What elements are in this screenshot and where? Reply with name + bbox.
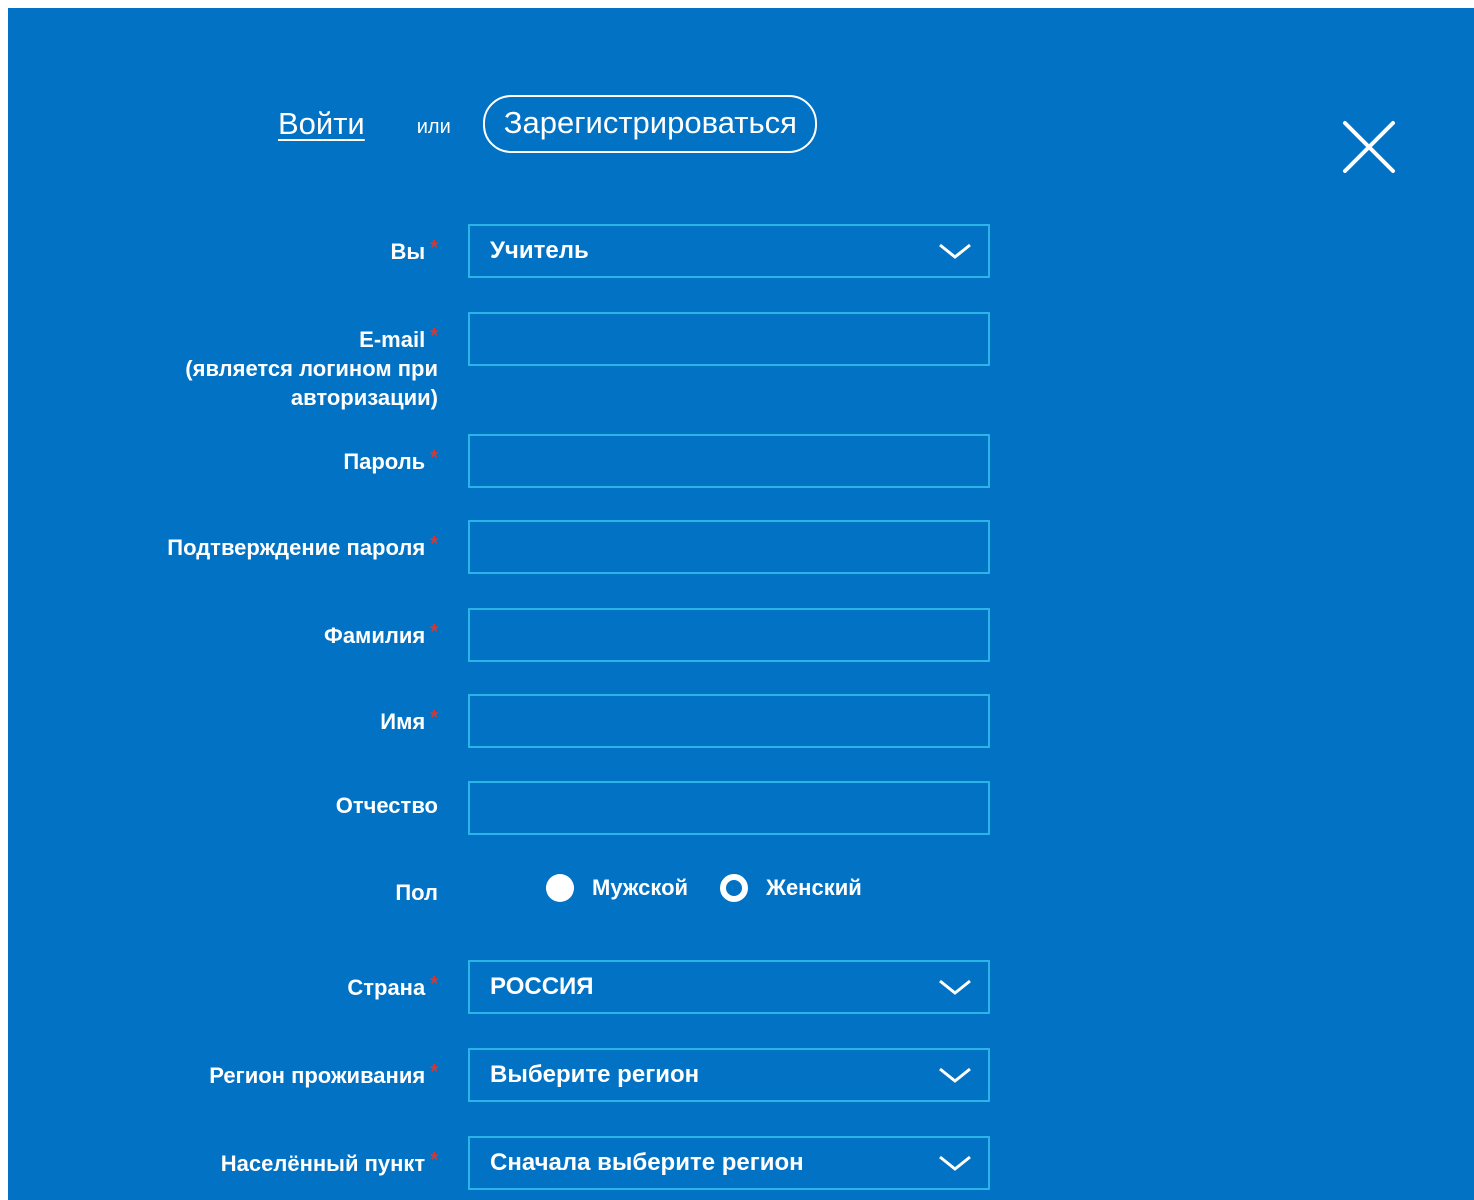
required-mark: * [430, 237, 438, 259]
password-confirm-label: Подтверждение пароля * [167, 533, 438, 560]
name-field[interactable] [468, 694, 990, 748]
required-mark: * [430, 1061, 438, 1083]
password-field[interactable] [468, 434, 990, 488]
registration-modal: Войти или Зарегистрироваться Вы * Учитель… [8, 8, 1474, 1200]
chevron-down-icon [939, 979, 971, 995]
auth-tabs: Войти или Зарегистрироваться [278, 94, 817, 154]
role-select[interactable]: Учитель [468, 224, 990, 278]
region-select[interactable]: Выберите регион [468, 1048, 990, 1102]
role-label: Вы * [390, 237, 438, 264]
required-mark: * [430, 973, 438, 995]
register-tab[interactable]: Зарегистрироваться [482, 95, 817, 153]
email-field[interactable] [468, 312, 990, 366]
surname-field[interactable] [468, 608, 990, 662]
required-mark: * [430, 447, 438, 469]
patronymic-field[interactable] [468, 781, 990, 835]
gender-option-label: Мужской [592, 875, 689, 900]
role-select-value: Учитель [490, 237, 589, 264]
gender-label: Пол [395, 880, 438, 905]
required-mark: * [430, 533, 438, 555]
country-select[interactable]: РОССИЯ [468, 960, 990, 1014]
surname-label: Фамилия * [324, 621, 438, 648]
required-mark: * [430, 1149, 438, 1171]
radio-button-icon [546, 874, 574, 902]
required-mark: * [430, 707, 438, 729]
close-button[interactable] [1340, 118, 1398, 176]
radio-button-icon [720, 874, 749, 902]
gender-radio-male[interactable]: Мужской [546, 874, 688, 902]
password-label: Пароль * [343, 447, 438, 474]
locality-label: Населённый пункт * [220, 1149, 438, 1176]
name-label: Имя * [380, 707, 438, 734]
close-icon [1343, 121, 1395, 173]
required-mark: * [430, 621, 438, 643]
patronymic-label: Отчество [335, 793, 438, 818]
password-confirm-field[interactable] [468, 520, 990, 574]
region-select-value: Выберите регион [490, 1061, 700, 1088]
gender-radio-female[interactable]: Женский [720, 874, 862, 902]
country-select-value: РОССИЯ [490, 973, 594, 1000]
email-label: E-mail * (является логином при авторизаци… [185, 325, 438, 410]
region-label: Регион проживания * [209, 1061, 438, 1088]
login-link[interactable]: Войти [278, 106, 365, 142]
chevron-down-icon [939, 243, 971, 259]
required-mark: * [430, 325, 438, 347]
country-label: Страна * [347, 973, 438, 1000]
locality-select-value: Сначала выберите регион [490, 1149, 804, 1176]
or-separator: или [416, 115, 451, 138]
locality-select[interactable]: Сначала выберите регион [468, 1136, 990, 1190]
gender-option-label: Женский [766, 875, 862, 900]
gender-radio-group: Мужской Женский [546, 874, 862, 902]
chevron-down-icon [939, 1155, 971, 1171]
chevron-down-icon [939, 1067, 971, 1083]
